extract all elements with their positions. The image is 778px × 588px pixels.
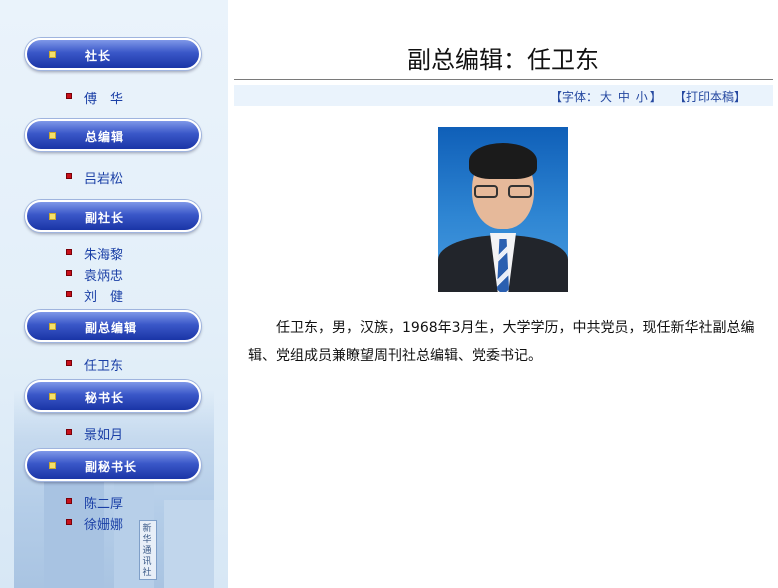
article-toolbar: 【字体：大 中 小】 【打印本稿】 xyxy=(234,85,773,106)
building-photo: 新华通讯社 xyxy=(14,390,214,588)
glasses-icon xyxy=(474,185,532,199)
font-size-large-link[interactable]: 大 xyxy=(600,90,612,104)
square-bullet-icon xyxy=(49,132,56,139)
font-size-control: 【字体：大 中 小】 xyxy=(550,88,664,105)
bullet-icon xyxy=(66,249,72,255)
font-size-small-link[interactable]: 小 xyxy=(636,90,648,104)
sidebar: 新华通讯社 社长 傅 华 总编辑 吕岩松 副社长 朱海黎 袁炳忠 刘 健 副总编… xyxy=(0,0,228,588)
bullet-icon xyxy=(66,270,72,276)
bullet-icon xyxy=(66,519,72,525)
font-size-medium-link[interactable]: 中 xyxy=(618,90,630,104)
nav-header-secretary-general[interactable]: 秘书长 xyxy=(25,380,201,412)
nav-header-deputy-secretary-general[interactable]: 副秘书长 xyxy=(25,449,201,481)
title-divider xyxy=(234,79,773,80)
font-size-label: 【字体： xyxy=(550,90,599,104)
bullet-icon xyxy=(66,360,72,366)
print-article-link[interactable]: 【打印本稿】 xyxy=(674,88,746,105)
bullet-icon xyxy=(66,429,72,435)
square-bullet-icon xyxy=(49,393,56,400)
nav-header-editor-in-chief[interactable]: 总编辑 xyxy=(25,119,201,151)
portrait-photo xyxy=(438,127,568,292)
main-content: 副总编辑：任卫东 【字体：大 中 小】 【打印本稿】 任卫东，男，汉族，1968… xyxy=(228,0,778,588)
nav-header-deputy-editor[interactable]: 副总编辑 xyxy=(25,310,201,342)
biography-text: 任卫东，男，汉族，1968年3月生，大学学历，中共党员，现任新华社副总编辑、党组… xyxy=(248,320,755,364)
page: 新华通讯社 社长 傅 华 总编辑 吕岩松 副社长 朱海黎 袁炳忠 刘 健 副总编… xyxy=(0,0,778,588)
bullet-icon xyxy=(66,93,72,99)
square-bullet-icon xyxy=(49,323,56,330)
bullet-icon xyxy=(66,173,72,179)
font-size-bracket: 】 xyxy=(649,90,662,104)
building-sign: 新华通讯社 xyxy=(142,524,152,578)
bullet-icon xyxy=(66,498,72,504)
square-bullet-icon xyxy=(49,51,56,58)
nav-header-vice-president[interactable]: 副社长 xyxy=(25,200,201,232)
square-bullet-icon xyxy=(49,213,56,220)
square-bullet-icon xyxy=(49,462,56,469)
page-title: 副总编辑：任卫东 xyxy=(407,46,599,74)
bullet-icon xyxy=(66,291,72,297)
nav-header-president[interactable]: 社长 xyxy=(25,38,201,70)
